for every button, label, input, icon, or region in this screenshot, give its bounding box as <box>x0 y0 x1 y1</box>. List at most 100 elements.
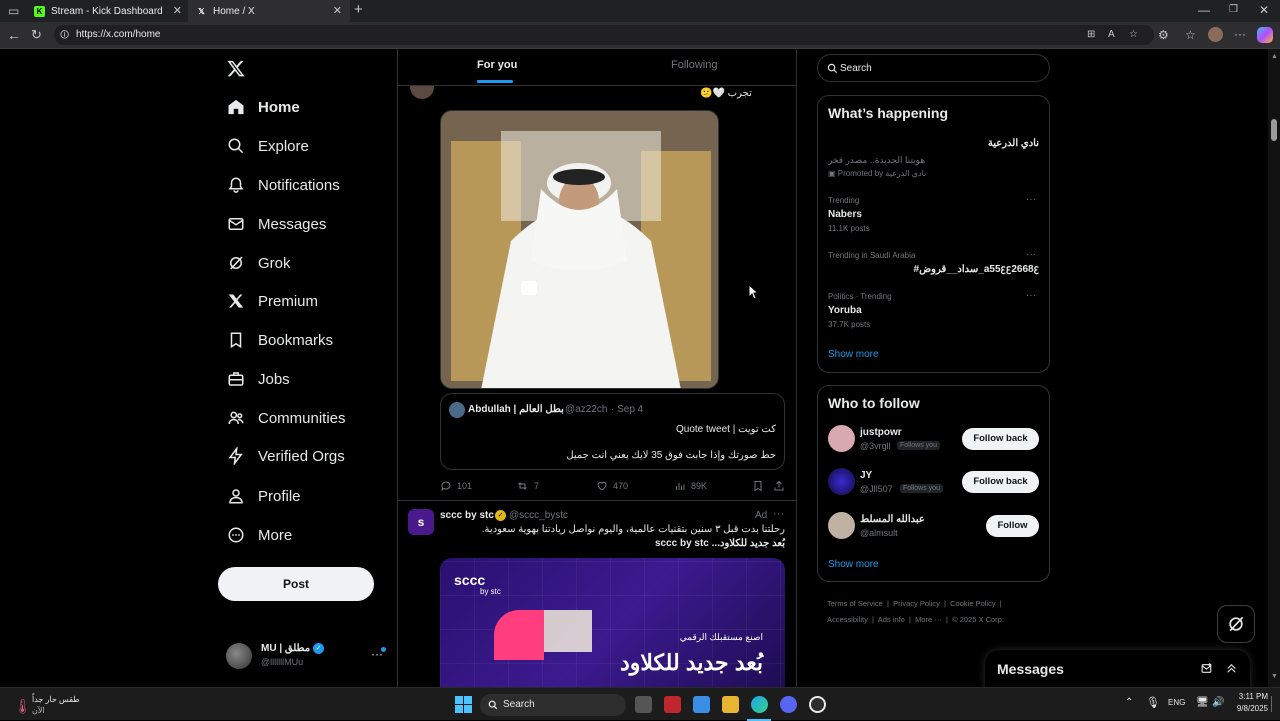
promoted-trend[interactable]: نادي الدرعية هويتنا الجديدة.. مصدر فخر ▣… <box>818 132 1049 184</box>
reply-button[interactable]: 101 <box>440 480 472 492</box>
trend-item[interactable]: Trending in Saudi Arabia #سداد__قروض_a55… <box>818 247 1049 283</box>
tray-chevron-icon[interactable]: ⌃ <box>1125 697 1133 708</box>
repost-button[interactable]: 7 <box>516 480 539 492</box>
trend-item[interactable]: Politics · Trending Yoruba 37.7K posts ·… <box>818 288 1049 332</box>
cookie-link[interactable]: Cookie Policy <box>950 599 995 608</box>
follow-back-button[interactable]: Follow back <box>962 428 1039 450</box>
more-dots-icon[interactable]: ··· <box>1026 194 1036 205</box>
volume-icon[interactable]: 🔊 <box>1212 697 1224 708</box>
clock-date[interactable]: 9/8/2025 <box>1228 704 1268 713</box>
microphone-icon[interactable]: 🎙 <box>1146 696 1160 709</box>
scroll-down-icon[interactable]: ▼ <box>1271 673 1278 680</box>
close-tab-icon[interactable]: ✕ <box>173 4 182 17</box>
nav-notifications[interactable]: Notifications <box>226 170 340 200</box>
accessibility-link[interactable]: Accessibility <box>827 615 868 624</box>
clock-time[interactable]: 3:11 PM <box>1232 692 1268 701</box>
account-switcher[interactable]: MU | مطلق ✓ @lllllllMUu ··· <box>226 641 396 671</box>
show-desktop-button[interactable] <box>1271 696 1275 712</box>
bookmark-icon[interactable] <box>752 480 764 492</box>
nav-messages[interactable]: Messages <box>226 209 326 239</box>
follow-suggestion[interactable]: عبدالله المسلط @almsult Follow <box>818 509 1049 545</box>
read-aloud-icon[interactable]: A <box>1108 25 1115 45</box>
file-explorer-icon[interactable] <box>722 696 739 713</box>
share-icon[interactable] <box>773 480 785 492</box>
nav-explore[interactable]: Explore <box>226 131 309 161</box>
store-icon[interactable] <box>693 696 710 713</box>
x-logo-icon[interactable] <box>226 59 246 78</box>
task-view-icon[interactable] <box>635 696 652 713</box>
views-button[interactable]: 89K <box>674 480 707 492</box>
nav-bookmarks[interactable]: Bookmarks <box>226 325 333 355</box>
more-dots-icon[interactable]: ··· <box>1026 249 1036 260</box>
avatar[interactable]: s <box>408 509 434 535</box>
ad-image[interactable]: sccc by stc اصنع مستقبلك الرقمي بُعد جدي… <box>440 558 785 687</box>
nav-premium[interactable]: Premium <box>226 286 318 316</box>
scroll-up-icon[interactable]: ▲ <box>1271 53 1278 60</box>
taskbar-search[interactable]: Search <box>480 694 626 716</box>
privacy-link[interactable]: Privacy Policy <box>893 599 940 608</box>
quote-tweet[interactable]: Abdullah | بطل العالم @az22ch · Sep 4 كت… <box>440 393 785 470</box>
follow-suggestion[interactable]: justpowr @3vrgll Follows you Follow back <box>818 422 1049 458</box>
new-message-icon[interactable] <box>1200 662 1214 675</box>
tab-for-you[interactable]: For you <box>477 59 517 71</box>
close-window-icon[interactable]: ✕ <box>1259 3 1269 17</box>
app-available-icon[interactable]: ⊞ <box>1087 25 1095 45</box>
back-icon[interactable]: ← <box>7 28 21 42</box>
post-button[interactable]: Post <box>218 567 374 601</box>
extensions-icon[interactable]: ⚙ <box>1158 28 1169 42</box>
tab-home-x[interactable]: 𝕏 Home / X ✕ <box>188 0 350 22</box>
copilot-icon[interactable] <box>1257 27 1273 43</box>
amd-app-icon[interactable] <box>664 696 681 713</box>
like-button[interactable]: 470 <box>596 480 628 492</box>
nav-home[interactable]: Home <box>226 92 300 122</box>
search-input[interactable]: Search <box>817 54 1050 82</box>
favorite-star-icon[interactable]: ☆ <box>1129 25 1138 45</box>
close-tab-icon[interactable]: ✕ <box>333 4 342 17</box>
discord-icon[interactable] <box>780 696 797 713</box>
more-link[interactable]: More ··· <box>915 615 942 624</box>
more-dots-icon[interactable]: ··· <box>773 508 784 520</box>
trend-item[interactable]: Trending Nabers 11.1K posts ··· <box>818 192 1049 236</box>
network-icon[interactable]: 🖥 <box>1196 697 1209 708</box>
tab-kick-dashboard[interactable]: K Stream - Kick Dashboard ✕ <box>26 0 190 22</box>
expand-up-icon[interactable] <box>1225 662 1238 675</box>
minimize-icon[interactable]: — <box>1198 3 1210 17</box>
grok-floating-button[interactable] <box>1217 605 1255 643</box>
avatar[interactable] <box>410 86 434 99</box>
ads-info-link[interactable]: Ads info <box>878 615 905 624</box>
follow-suggestion[interactable]: JY @Jll507 Follows you Follow back <box>818 465 1049 501</box>
obs-icon[interactable] <box>809 696 826 713</box>
edge-browser-icon[interactable] <box>751 696 768 713</box>
show-more-link[interactable]: Show more <box>828 349 879 360</box>
more-dots-icon[interactable]: ··· <box>1026 290 1036 301</box>
nav-label: Explore <box>258 137 309 155</box>
site-info-icon[interactable]: 🛈 <box>60 25 69 45</box>
settings-menu-icon[interactable]: ··· <box>1234 27 1246 41</box>
tweet-photo[interactable] <box>440 110 719 389</box>
nav-grok[interactable]: Grok <box>226 248 291 278</box>
scrollbar-thumb[interactable] <box>1271 119 1277 141</box>
favorites-icon[interactable]: ☆ <box>1185 28 1196 42</box>
tab-actions-icon[interactable]: ▭ <box>8 4 19 18</box>
nav-jobs[interactable]: Jobs <box>226 364 290 394</box>
tweet-author[interactable]: sccc by stc <box>440 510 494 521</box>
follow-button[interactable]: Follow <box>986 515 1039 537</box>
nav-communities[interactable]: Communities <box>226 403 346 433</box>
windows-start-icon[interactable] <box>455 696 472 713</box>
profile-avatar-icon[interactable] <box>1208 27 1223 42</box>
nav-verified-orgs[interactable]: Verified Orgs <box>226 441 345 471</box>
language-indicator[interactable]: ENG <box>1168 698 1185 707</box>
new-tab-icon[interactable]: + <box>354 2 363 17</box>
messages-drawer[interactable]: Messages <box>985 650 1250 687</box>
url-field[interactable]: 🛈 https://x.com/home ⊞ A ☆ <box>54 25 1154 45</box>
tab-following[interactable]: Following <box>671 59 717 71</box>
terms-link[interactable]: Terms of Service <box>827 599 883 608</box>
nav-more[interactable]: More <box>226 520 292 550</box>
refresh-icon[interactable]: ↻ <box>31 28 42 42</box>
follow-back-button[interactable]: Follow back <box>962 471 1039 493</box>
page-scrollbar[interactable]: ▲ ▼ <box>1268 49 1280 687</box>
nav-profile[interactable]: Profile <box>226 481 301 511</box>
maximize-icon[interactable]: ❐ <box>1229 3 1238 17</box>
weather-widget[interactable]: 🌡 طقس حار جداً الآن <box>10 692 130 718</box>
show-more-link[interactable]: Show more <box>828 559 879 570</box>
